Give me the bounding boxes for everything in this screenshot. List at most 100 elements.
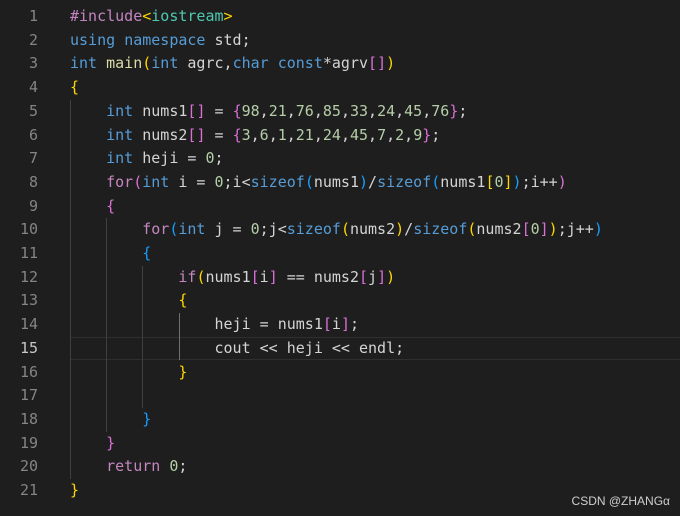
line-number[interactable]: 15 [0,337,38,361]
line-number[interactable]: 16 [0,361,38,385]
line-number[interactable]: 11 [0,242,38,266]
code-line[interactable]: heji = nums1[i]; [70,313,359,337]
code-line[interactable]: int main(int agrc,char const*agrv[]) [70,52,395,76]
code-line[interactable]: int nums1[] = {98,21,76,85,33,24,45,76}; [70,100,467,124]
code-line[interactable]: using namespace std; [70,29,251,53]
code-token: int [106,149,134,168]
line-number[interactable]: 9 [0,195,38,219]
line-number[interactable]: 4 [0,76,38,100]
line-number[interactable]: 19 [0,432,38,456]
code-token: 9 [413,125,423,144]
line-number[interactable]: 21 [0,479,38,503]
code-token: { [106,196,116,215]
code-line[interactable]: for(int i = 0;i<sizeof(nums1)/sizeof(num… [70,171,567,195]
code-line[interactable]: } [70,361,187,385]
code-token: return [106,457,161,476]
code-token: 45 [349,125,369,144]
line-number[interactable]: 10 [0,218,38,242]
code-line[interactable]: } [70,408,151,432]
line-number[interactable]: 6 [0,124,38,148]
line-number[interactable]: 13 [0,289,38,313]
code-token: , [368,101,378,120]
code-token: nums2 [476,220,522,239]
code-line[interactable]: int heji = 0; [70,147,223,171]
indent-guide [106,218,108,432]
line-number[interactable]: 12 [0,266,38,290]
code-line[interactable]: cout << heji << endl; [70,337,404,361]
code-token: } [449,101,459,120]
code-token: 0 [250,220,260,239]
code-token: #include [70,7,143,25]
code-line[interactable]: } [70,432,115,456]
code-line[interactable]: } [70,479,79,503]
code-token: / [368,172,378,191]
line-number[interactable]: 20 [0,455,38,479]
line-number[interactable]: 7 [0,147,38,171]
code-line[interactable]: if(nums1[i] == nums2[j]) [70,266,395,290]
code-token: } [70,481,80,499]
code-token: ) [395,220,405,239]
code-token: heji = [133,149,206,168]
code-token: / [404,220,414,239]
code-token: iostream [151,7,224,25]
code-token: j = [205,220,251,239]
watermark: CSDN @ZHANGα [571,494,670,508]
code-token: 76 [431,101,450,120]
code-token: for [142,220,170,239]
line-number[interactable]: 1 [0,5,38,29]
code-token: ; [431,125,441,144]
line-number[interactable]: 8 [0,171,38,195]
code-token: ; [178,457,188,476]
code-token: , [340,125,350,144]
code-editor[interactable]: 1 #include<iostream> 2 using namespace std;… [0,0,680,516]
code-line[interactable]: return 0; [70,455,187,479]
code-token: ] [377,267,387,286]
code-line[interactable]: { [70,289,187,313]
code-token: ] [268,267,278,286]
code-token: { [178,291,188,310]
line-number[interactable]: 3 [0,52,38,76]
code-token: , [386,125,396,144]
code-token: [ [368,54,378,73]
code-token: 6 [259,125,269,144]
code-line[interactable]: { [70,242,151,266]
code-token: nums1 [440,172,486,191]
code-token: , [368,125,378,144]
code-token: using [70,30,116,49]
code-token: ;i< [223,172,251,191]
code-line[interactable]: { [70,195,115,219]
code-token: 98 [241,101,260,120]
code-token: int [178,220,206,239]
line-number[interactable]: 17 [0,384,38,408]
code-token: agrc, [178,54,233,73]
code-token: 33 [349,101,369,120]
code-token: ) [386,54,396,73]
line-number[interactable]: 14 [0,313,38,337]
code-line[interactable]: int nums2[] = {3,6,1,21,24,45,7,2,9}; [70,124,440,148]
indent-guide [142,265,144,408]
line-number[interactable]: 5 [0,100,38,124]
code-token: } [106,433,116,452]
code-token: 21 [295,125,314,144]
line-number[interactable]: 18 [0,408,38,432]
code-token: 85 [322,101,341,120]
code-token: ) [512,172,522,191]
code-token: 0 [494,172,504,191]
code-token: ] [539,220,549,239]
code-token: ;j++ [557,220,594,239]
code-token: ] [503,172,513,191]
code-line[interactable]: for(int j = 0;j<sizeof(nums2)/sizeof(num… [70,218,603,242]
code-token: nums1 [313,172,359,191]
code-token: int [70,54,98,73]
code-line[interactable]: #include<iostream> [70,5,233,29]
code-line[interactable]: { [70,76,79,100]
code-token: , [422,101,432,120]
indent-guide [70,99,71,479]
line-number[interactable]: 2 [0,29,38,53]
